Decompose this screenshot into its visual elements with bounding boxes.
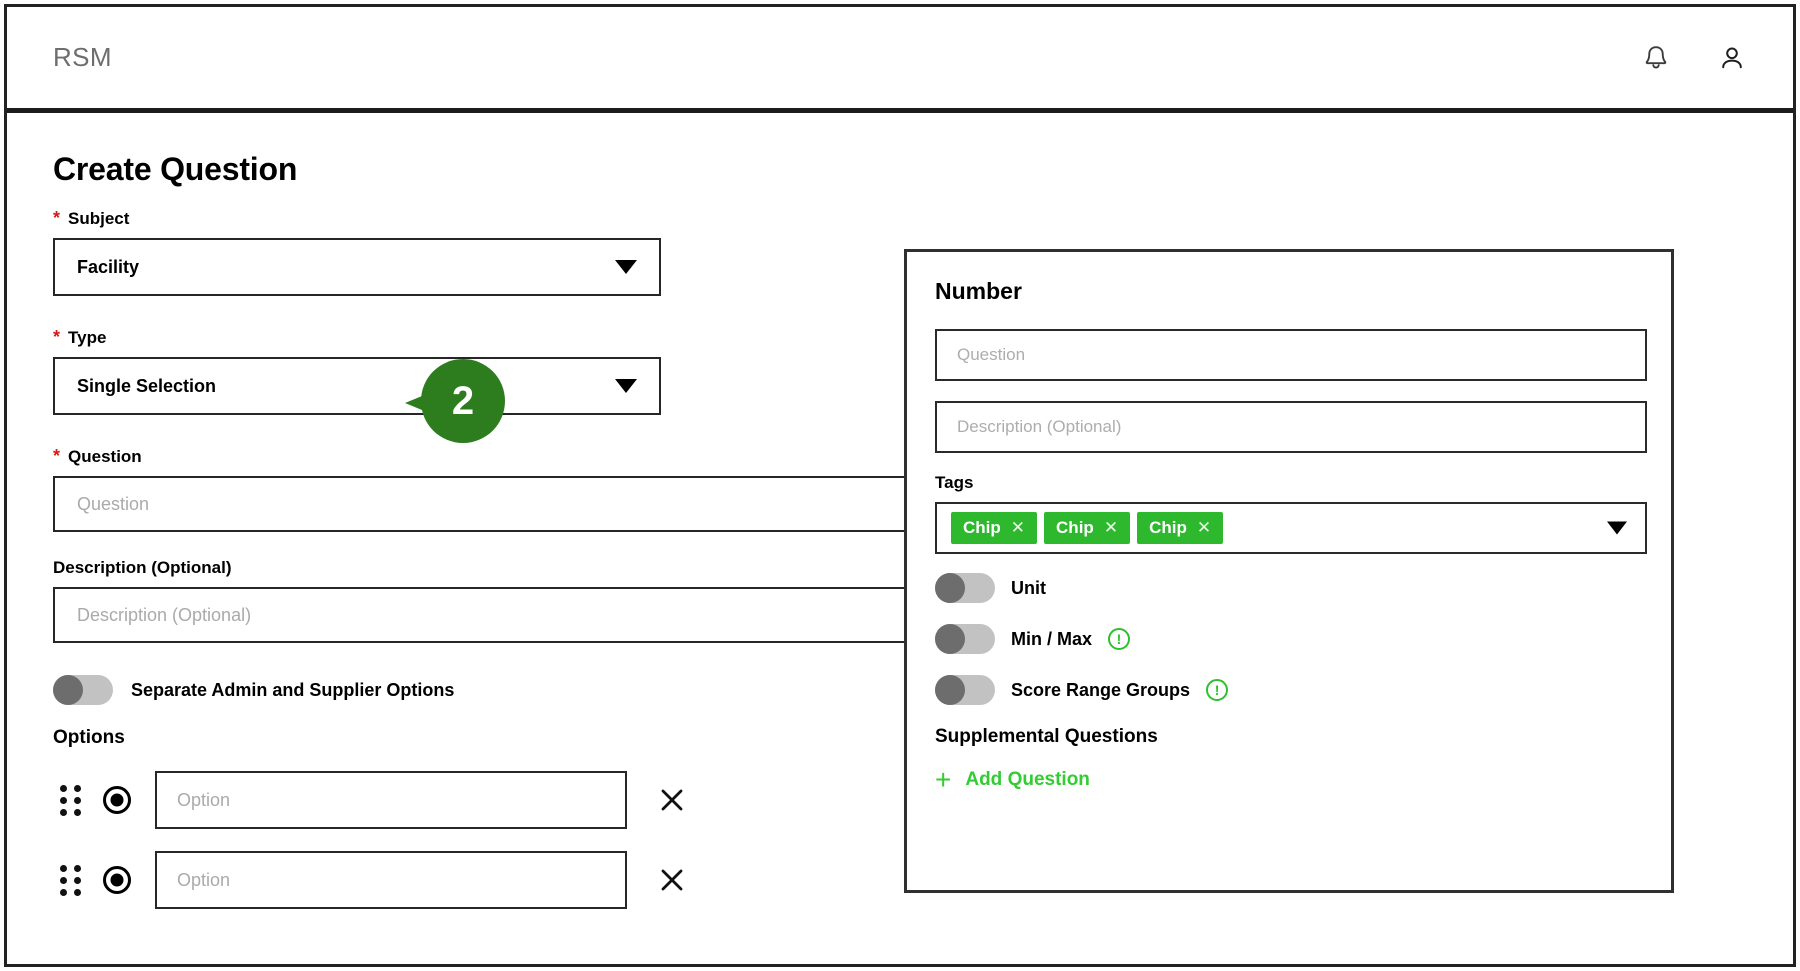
required-asterisk: * [53,208,61,228]
plus-icon: + [935,764,952,795]
score-range-groups-toggle-row: Score Range Groups ! [935,675,1643,705]
subject-select[interactable]: Facility [53,238,661,296]
separate-admin-supplier-label: Separate Admin and Supplier Options [131,679,455,700]
tag-chip-label: Chip [1149,518,1187,537]
add-question-button[interactable]: + Add Question [935,766,1090,794]
type-select[interactable]: Single Selection [53,357,661,415]
tag-chip-label: Chip [963,518,1001,537]
required-asterisk: * [53,446,61,466]
chevron-down-icon [1607,521,1627,535]
number-panel-question-input[interactable]: Question [935,329,1647,381]
remove-chip-icon[interactable]: ✕ [1197,518,1211,538]
number-question-panel: Number Question Description (Optional) T… [904,249,1674,893]
option-input[interactable]: Option [155,851,627,909]
subject-label-text: Subject [68,209,130,228]
tag-chip[interactable]: Chip ✕ [1044,512,1131,544]
drag-handle-icon[interactable] [53,863,87,897]
remove-option-icon[interactable] [655,783,689,817]
page-content: Create Question * Subject Facility * Typ… [7,113,1793,964]
score-range-groups-label: Score Range Groups [1011,679,1191,700]
supplemental-questions-heading: Supplemental Questions [935,726,1158,747]
header-actions [1639,41,1749,75]
option-input[interactable]: Option [155,771,627,829]
type-label-text: Type [68,328,107,347]
app-brand-logo[interactable]: RSM [53,42,112,73]
option-radio[interactable] [103,786,131,814]
subject-label: * Subject [53,209,1743,229]
tags-select[interactable]: Chip ✕ Chip ✕ Chip ✕ [935,502,1647,554]
remove-option-icon[interactable] [655,863,689,897]
number-panel-title: Number [935,278,1022,304]
app-window: RSM Create Question * Subject Facility *… [4,4,1796,967]
description-label-text: Description (Optional) [53,558,232,577]
tag-chip[interactable]: Chip ✕ [951,512,1038,544]
info-exclamation-icon[interactable]: ! [1108,628,1131,650]
min-max-toggle[interactable] [935,624,995,654]
score-range-groups-toggle[interactable] [935,675,995,705]
remove-chip-icon[interactable]: ✕ [1011,518,1025,538]
type-selected-value: Single Selection [77,375,217,396]
question-label-text: Question [68,447,142,466]
app-header: RSM [7,7,1793,113]
tag-chip[interactable]: Chip ✕ [1137,512,1224,544]
info-exclamation-icon[interactable]: ! [1206,679,1229,701]
tag-chip-label: Chip [1056,518,1094,537]
page-title: Create Question [53,151,298,187]
remove-chip-icon[interactable]: ✕ [1104,518,1118,538]
number-panel-description-input[interactable]: Description (Optional) [935,401,1647,453]
required-asterisk: * [53,327,61,347]
person-icon[interactable] [1715,41,1749,75]
chevron-down-icon [615,260,637,274]
subject-selected-value: Facility [77,256,140,277]
drag-handle-icon[interactable] [53,783,87,817]
separate-admin-supplier-toggle[interactable] [53,675,113,705]
unit-toggle[interactable] [935,573,995,603]
min-max-label: Min / Max [1011,628,1093,649]
bell-icon[interactable] [1639,41,1673,75]
chevron-down-icon [615,379,637,393]
option-radio[interactable] [103,866,131,894]
add-question-label: Add Question [965,769,1090,790]
min-max-toggle-row: Min / Max ! [935,624,1643,654]
unit-toggle-row: Unit [935,573,1643,603]
unit-label: Unit [1011,577,1046,598]
tags-label: Tags [935,473,974,492]
